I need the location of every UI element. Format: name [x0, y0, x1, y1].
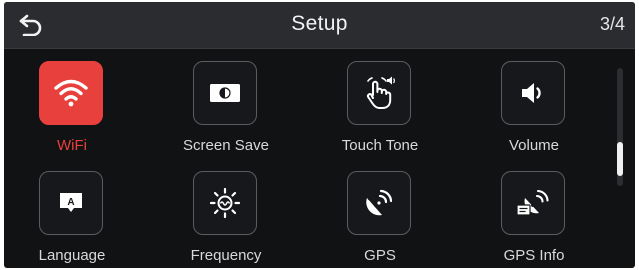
header-bar: Setup 3/4 — [4, 2, 635, 49]
frequency-icon — [209, 187, 241, 219]
setting-frequency[interactable]: Frequency — [166, 164, 286, 264]
wifi-tile[interactable] — [39, 61, 103, 125]
gps-info-label: GPS Info — [503, 247, 565, 264]
setting-volume[interactable]: Volume — [474, 54, 594, 154]
screen-save-icon — [210, 84, 240, 102]
scrollbar-thumb[interactable] — [617, 142, 623, 176]
volume-tile[interactable] — [501, 61, 565, 125]
language-label: Language — [38, 247, 106, 264]
gps-label: GPS — [364, 247, 396, 264]
setting-screen-save[interactable]: Screen Save — [166, 54, 286, 154]
gps-info-tile[interactable] — [501, 171, 565, 235]
volume-icon — [522, 83, 541, 103]
touch-tone-label: Touch Tone — [341, 137, 419, 154]
setting-language[interactable]: A Language — [12, 164, 132, 264]
frequency-label: Frequency — [190, 247, 262, 264]
setting-gps[interactable]: GPS — [320, 164, 440, 264]
page-title: Setup — [291, 12, 348, 35]
frequency-tile[interactable] — [193, 171, 257, 235]
language-icon: A — [60, 193, 82, 212]
touch-tone-icon — [367, 76, 395, 109]
scrollbar-track[interactable] — [617, 68, 623, 186]
gps-tile[interactable] — [347, 171, 411, 235]
language-tile[interactable]: A — [39, 171, 103, 235]
volume-label: Volume — [508, 137, 560, 154]
wifi-icon — [54, 79, 88, 107]
setup-screen: Setup 3/4 WiFi Screen Save Touch Tone Vo… — [4, 2, 635, 268]
screen-save-tile[interactable] — [193, 61, 257, 125]
page-indicator: 3/4 — [599, 14, 625, 34]
touch-tone-tile[interactable] — [347, 61, 411, 125]
screen-save-label: Screen Save — [183, 137, 269, 154]
gps-info-icon — [516, 189, 549, 216]
setting-gps-info[interactable]: GPS Info — [474, 164, 594, 264]
gps-icon — [366, 189, 393, 216]
svg-text:A: A — [67, 197, 74, 208]
settings-grid: WiFi Screen Save Touch Tone Volume A Lan… — [4, 48, 604, 268]
setting-touch-tone[interactable]: Touch Tone — [320, 54, 440, 154]
setting-wifi[interactable]: WiFi — [12, 54, 132, 154]
wifi-label: WiFi — [57, 137, 87, 154]
